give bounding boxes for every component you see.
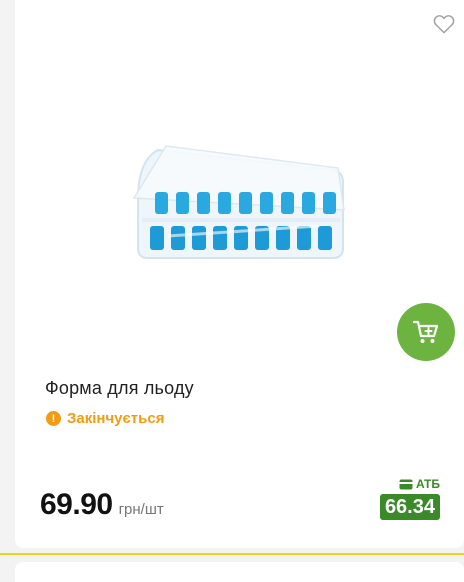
price-value: 69.90	[40, 488, 113, 521]
favorite-button[interactable]	[429, 10, 459, 38]
card-icon	[399, 479, 413, 489]
price: 69.90 грн/шт	[40, 488, 164, 522]
card-price-block: АТБ 66.34	[372, 477, 440, 520]
cart-plus-icon	[412, 320, 439, 343]
product-image[interactable]	[128, 140, 354, 270]
price-unit: грн/шт	[118, 501, 164, 518]
card-brand-label: АТБ	[415, 477, 440, 491]
card-price: 66.34	[379, 494, 440, 520]
stock-status-label: Закінчується	[67, 410, 165, 427]
product-card[interactable]: Форма для льоду ! Закінчується 69.90 грн…	[15, 0, 464, 548]
warning-icon: !	[46, 411, 61, 426]
heart-outline-icon	[433, 15, 455, 34]
stock-status: ! Закінчується	[46, 410, 164, 427]
card-brand: АТБ	[399, 477, 440, 491]
divider	[0, 553, 464, 555]
next-product-card[interactable]	[15, 562, 464, 582]
product-title[interactable]: Форма для льоду	[45, 378, 194, 399]
add-to-cart-button[interactable]	[397, 303, 455, 361]
